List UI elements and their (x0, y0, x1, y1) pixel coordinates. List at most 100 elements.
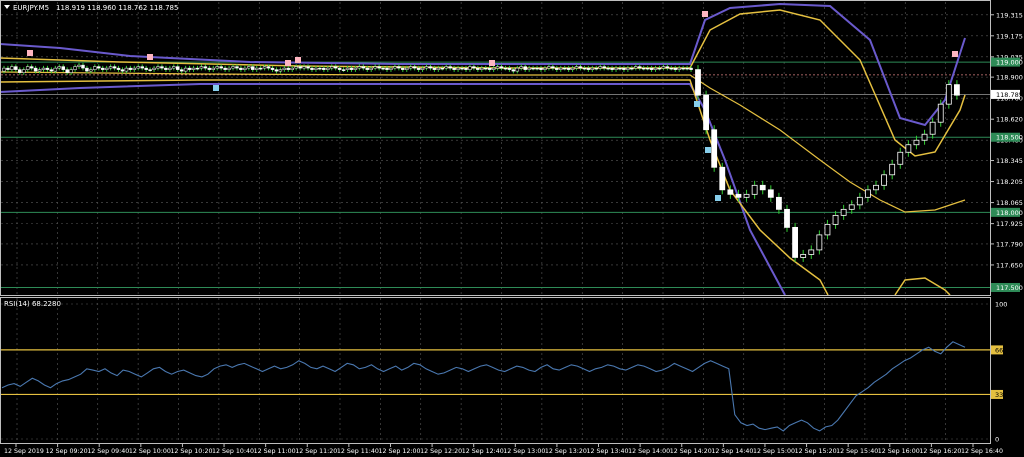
price-tick-label: 117.925 (996, 220, 1023, 228)
candle-body (436, 67, 441, 70)
price-tick-label: 117.790 (996, 240, 1023, 248)
price-tick-label: 119.315 (996, 11, 1023, 19)
fractal-up-marker (147, 54, 153, 60)
candle-body (543, 67, 547, 70)
time-tick-label: 12 Sep 12:20 (420, 448, 462, 455)
candle-body (148, 69, 152, 71)
candle-body (215, 66, 219, 69)
candle-body (251, 66, 255, 70)
candle-body (681, 67, 685, 70)
candle-body (278, 69, 283, 72)
candle-body (487, 67, 492, 70)
candle-body (711, 129, 718, 168)
candle-body (89, 69, 93, 72)
candle-body (326, 67, 330, 70)
candle-body (590, 67, 595, 70)
candle-body (247, 66, 251, 69)
candle-body (719, 166, 726, 191)
candle-body (128, 67, 133, 70)
candle-body (124, 67, 129, 72)
candle-body (405, 67, 409, 70)
candle-body (665, 66, 670, 69)
candle-body (495, 66, 500, 69)
candle-body (840, 208, 847, 216)
candle-body (81, 64, 85, 69)
candle-body (610, 67, 614, 70)
candle-body (160, 66, 164, 69)
candle-body (381, 67, 385, 70)
price-tick-label: 118.900 (996, 74, 1023, 82)
time-tick-label: 12 Sep 10:00 (129, 448, 171, 455)
candle-body (365, 67, 370, 70)
candle-body (61, 66, 65, 70)
candle-body (373, 66, 377, 69)
candle-body (69, 69, 73, 73)
rsi-tick-label: 33 (995, 391, 1003, 399)
candle-body (298, 66, 302, 69)
candle-body (191, 67, 196, 70)
candle-body (144, 67, 148, 70)
level-label: 119.000 (996, 59, 1023, 67)
candle-body (428, 66, 433, 69)
candle-body (743, 193, 750, 198)
candle-body (507, 67, 512, 70)
candle-body (53, 67, 58, 72)
current-price-label: 118.785 (996, 91, 1023, 99)
candle-body (566, 67, 571, 70)
candle-body (578, 66, 583, 69)
candle-body (349, 67, 354, 70)
candle-body (456, 67, 460, 70)
candle-body (203, 66, 208, 69)
candle-body (499, 66, 504, 69)
candle-body (420, 67, 425, 70)
candle-body (472, 66, 476, 69)
candle-body (73, 66, 77, 70)
candle-body (401, 67, 405, 70)
fractal-down-marker (705, 147, 711, 153)
candle-body (322, 67, 326, 70)
time-tick-label: 12 Sep 13:00 (503, 448, 545, 455)
candle-body (294, 66, 298, 69)
candle-body (606, 67, 610, 70)
candle-body (270, 67, 275, 70)
candle-body (735, 193, 742, 198)
time-tick-label: 12 Sep 09:20 (46, 448, 88, 455)
candle-body (385, 67, 389, 70)
time-tick-label: 12 Sep 13:20 (545, 448, 587, 455)
candle-body (93, 66, 97, 70)
candle-body (468, 66, 472, 70)
candle-body (602, 66, 606, 69)
candle-body (120, 69, 125, 72)
candle-body (49, 69, 54, 72)
time-tick-label: 12 Sep 11:40 (337, 448, 379, 455)
fractal-down-marker (715, 195, 721, 201)
candle-body (444, 66, 448, 69)
candle-body (634, 66, 638, 69)
candle-body (302, 66, 306, 69)
candle-body (776, 196, 782, 210)
candle-body (685, 67, 689, 70)
candle-body (808, 249, 815, 255)
candle-body (622, 67, 626, 70)
candle-body (168, 67, 172, 70)
candle-body (424, 66, 429, 69)
candle-body (37, 69, 42, 72)
candle-body (432, 67, 437, 70)
fractal-up-marker (285, 60, 291, 66)
candle-body (345, 67, 350, 70)
candle-body (195, 67, 200, 70)
candle-body (535, 67, 539, 70)
time-tick-label: 12 Sep 15:20 (795, 448, 837, 455)
candle-body (582, 67, 587, 70)
price-chart[interactable]: 10066330 119.315119.175119.035118.900118… (0, 0, 1024, 457)
candle-body (464, 67, 468, 70)
rsi-tick-label: 66 (995, 346, 1003, 354)
price-tick-label: 118.065 (996, 199, 1023, 207)
candle-body (310, 67, 314, 70)
fractal-down-marker (213, 85, 219, 91)
fractal-up-marker (295, 57, 301, 63)
candle-body (491, 67, 496, 70)
candle-body (673, 67, 678, 70)
candle-body (913, 139, 920, 146)
candle-body (140, 66, 144, 69)
